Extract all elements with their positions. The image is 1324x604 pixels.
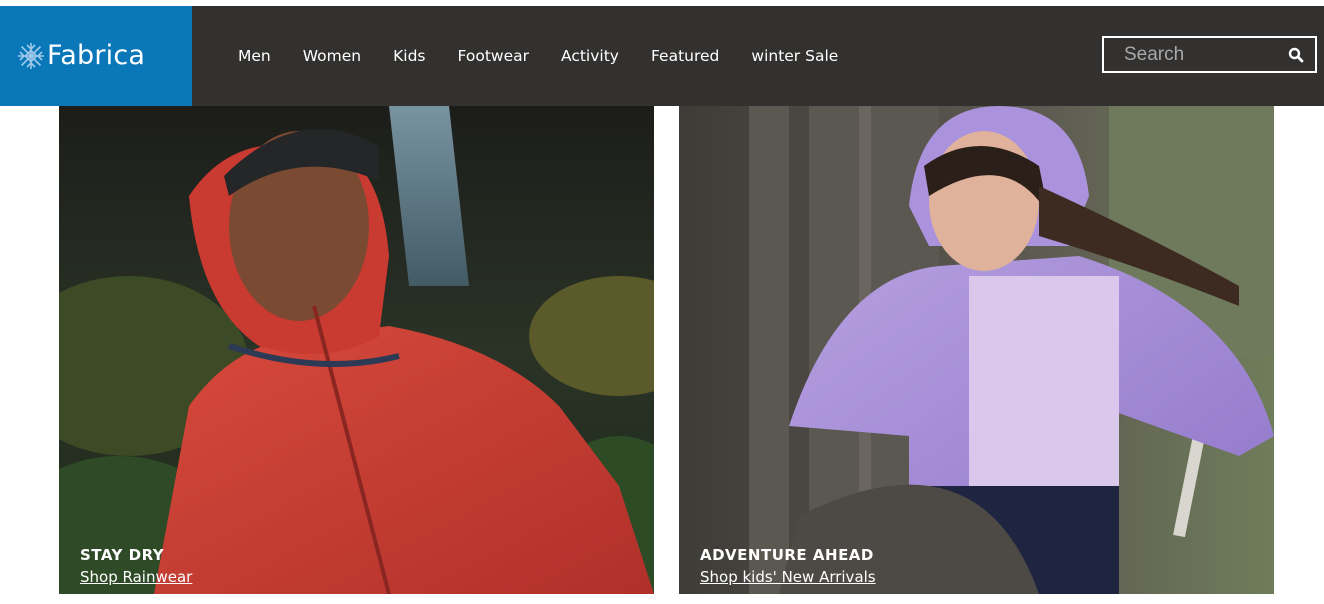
nav-item-featured[interactable]: Featured — [635, 47, 735, 65]
shop-kids-new-arrivals-link[interactable]: Shop kids' New Arrivals — [700, 568, 876, 586]
search-input[interactable] — [1104, 38, 1274, 71]
nav-item-winter-sale[interactable]: winter Sale — [735, 47, 854, 65]
search-box — [1102, 36, 1317, 73]
promo-card-rainwear[interactable]: STAY DRY Shop Rainwear — [59, 106, 654, 594]
logo[interactable]: Fabrica — [0, 6, 192, 106]
main-nav: Men Women Kids Footwear Activity Feature… — [222, 6, 854, 106]
nav-item-men[interactable]: Men — [222, 47, 287, 65]
nav-item-footwear[interactable]: Footwear — [442, 47, 546, 65]
navbar: Fabrica Men Women Kids Footwear Activity… — [0, 6, 1324, 106]
promo-title: ADVENTURE AHEAD — [700, 546, 874, 564]
search-icon[interactable] — [1288, 47, 1304, 63]
nav-item-women[interactable]: Women — [287, 47, 377, 65]
snowflake-icon — [18, 43, 44, 69]
shop-rainwear-link[interactable]: Shop Rainwear — [80, 568, 192, 586]
rainwear-photo — [59, 106, 654, 594]
nav-item-activity[interactable]: Activity — [545, 47, 635, 65]
kids-photo — [679, 106, 1274, 594]
nav-item-kids[interactable]: Kids — [377, 47, 441, 65]
promo-card-kids[interactable]: ADVENTURE AHEAD Shop kids' New Arrivals — [679, 106, 1274, 594]
brand-name: Fabrica — [47, 40, 146, 71]
promo-title: STAY DRY — [80, 546, 165, 564]
